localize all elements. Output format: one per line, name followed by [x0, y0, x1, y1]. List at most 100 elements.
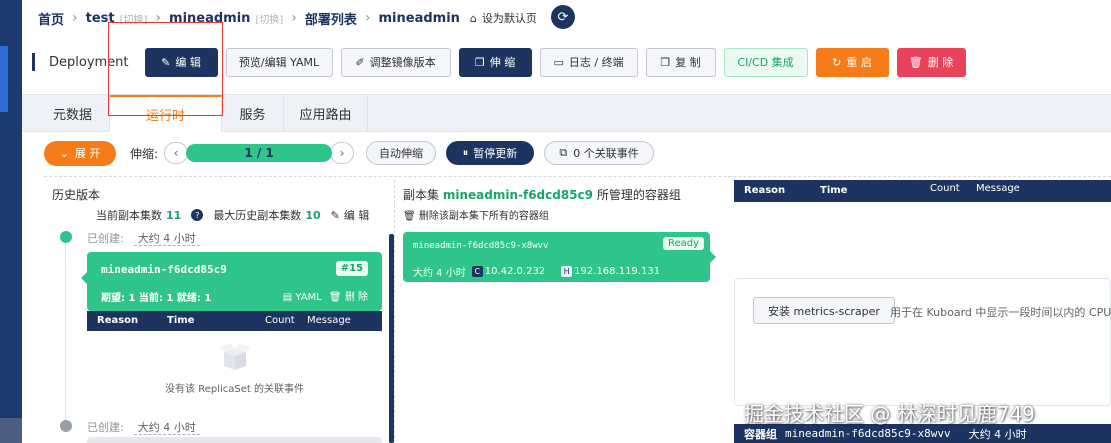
tab-services[interactable]: 服务 [222, 95, 284, 132]
sidebar-bottom-item[interactable] [0, 418, 22, 443]
created-ago-2: 大约 4 小时 [133, 421, 200, 435]
trash-icon: 🗑 [403, 211, 416, 222]
scrollbar[interactable] [389, 234, 394, 443]
scale-button-label: 伸 缩 [489, 56, 516, 69]
max-history-count: 10 [305, 208, 321, 222]
pods-title: 副本集 mineadmin-f6dcd85c9 所管理的容器组 [403, 186, 681, 203]
pod-card[interactable]: mineadmin-f6dcd85c9-x8wvv Ready 大约 4 小时 … [403, 232, 716, 282]
replicaset-delete-link[interactable]: 删 除 [345, 292, 368, 303]
host-ip-tag: H [561, 266, 573, 277]
history-title: 历史版本 [52, 188, 101, 202]
duplicate-icon: ❐ [660, 55, 671, 69]
runtime-controls: ⌄ 展 开 伸缩: ‹ 1 / 1 › 自动伸缩 ⏸ 暂停更新 ⧉ 0 个关联事件 [44, 140, 655, 166]
chevron-right-icon: › [339, 146, 345, 160]
pause-update-label: 暂停更新 [473, 147, 518, 160]
column-time: Time [820, 185, 848, 196]
kind-indicator [32, 53, 35, 71]
breadcrumb-namespace[interactable]: test [86, 11, 115, 26]
container-ip: 10.42.0.232 [484, 266, 546, 277]
edit-button-label: 编 辑 [175, 56, 201, 69]
copy-icon: ❐ [474, 55, 485, 69]
pod-info: 大约 4 小时 C 10.42.0.232 H 192.168.119.131 [413, 264, 660, 279]
edit-icon: ✎ [330, 208, 340, 222]
refresh-button[interactable]: ⟳ [551, 5, 575, 29]
logs-terminal-button[interactable]: ▭ 日志 / 终端 [539, 47, 638, 77]
related-events-label: 0 个关联事件 [573, 147, 639, 160]
breadcrumb-separator-icon: › [364, 10, 371, 26]
card-arrow [81, 272, 87, 284]
breadcrumb-app[interactable]: mineadmin [169, 11, 250, 26]
pod-detail-name: mineadmin-f6dcd85c9-x8wvv [785, 427, 951, 440]
pause-update-button[interactable]: ⏸ 暂停更新 [446, 141, 535, 165]
replicaset-card-old[interactable] [87, 437, 382, 443]
auto-scale-button[interactable]: 自动伸缩 [366, 141, 437, 165]
current-replicas-count: 11 [166, 208, 182, 222]
replicaset-card[interactable]: mineadmin-f6dcd85c9 #15 期望: 1 当前: 1 就绪: … [81, 252, 382, 311]
created-time: 已创建: 大约 4 小时 [87, 230, 200, 246]
pod-detail-label: 容器组 [744, 427, 777, 441]
watermark-text: 掘金技术社区 @ 林深时见鹿749 [744, 402, 1035, 426]
sidebar-active-indicator[interactable] [0, 46, 8, 112]
left-sidebar [0, 0, 22, 443]
file-icon: ▤ [282, 292, 293, 303]
timeline-dot [60, 420, 72, 432]
install-metrics-button[interactable]: 安装 metrics-scraper [753, 297, 895, 324]
set-default-page-link[interactable]: 设为默认页 [482, 10, 537, 26]
edit-button[interactable]: ✎ 编 辑 [144, 47, 218, 77]
host-ip: 192.168.119.131 [574, 266, 661, 277]
no-events-text: 没有该 ReplicaSet 的关联事件 [165, 384, 304, 395]
replicaset-events-header: Reason Time Count Message [87, 311, 382, 331]
breadcrumb-separator-icon: › [291, 10, 297, 26]
preview-yaml-button[interactable]: 预览/编辑 YAML [225, 47, 333, 77]
scale-decrease-button[interactable]: ‹ [164, 142, 189, 164]
help-icon[interactable]: ? [191, 209, 204, 221]
pods-title-suffix: 所管理的容器组 [596, 188, 681, 202]
toolbar: Deployment ✎ 编 辑 预览/编辑 YAML ✐ 调整镜像版本 ❐ 伸 缩 … [32, 45, 974, 79]
pods-title-prefix: 副本集 [403, 188, 440, 202]
copy-button[interactable]: ❐ 复 制 [645, 47, 716, 77]
empty-box-icon [218, 340, 252, 374]
replicaset-yaml-link[interactable]: YAML [295, 292, 321, 303]
scale-increase-button[interactable]: › [330, 142, 355, 164]
delete-button[interactable]: 🗑 删 除 [896, 47, 966, 77]
app-switch-link[interactable]: [切换] [255, 11, 283, 26]
column-count: Count [265, 315, 295, 326]
metrics-description: 用于在 Kuboard 中显示一段时间以内的 CPU/内 [890, 306, 1111, 319]
pod-name: mineadmin-f6dcd85c9-x8wvv [413, 241, 549, 251]
adjust-image-label: 调整镜像版本 [369, 56, 436, 69]
current-replicas-label: 当前副本集数 [96, 209, 162, 222]
column-divider [394, 180, 395, 443]
pod-events-header: Reason Time Count Message [734, 180, 1111, 202]
related-events-button[interactable]: ⧉ 0 个关联事件 [544, 141, 655, 165]
restart-label: 重 启 [846, 56, 872, 69]
expand-button[interactable]: ⌄ 展 开 [44, 140, 116, 166]
namespace-switch-link[interactable]: [切换] [120, 11, 148, 26]
replica-count-display: 1 / 1 [186, 144, 333, 162]
restart-button[interactable]: ↻ 重 启 [815, 47, 889, 77]
pause-icon: ⏸ [462, 146, 469, 159]
tab-bar: 元数据 运行时 服务 应用路由 [22, 94, 1111, 132]
cicd-button[interactable]: CI/CD 集成 [723, 47, 808, 77]
monitor-icon: ▭ [553, 55, 564, 69]
scale-button[interactable]: ❐ 伸 缩 [458, 47, 532, 77]
divider [44, 176, 1111, 177]
max-history-label: 最大历史副本集数 [213, 209, 302, 222]
cicd-label: CI/CD 集成 [737, 56, 794, 69]
timeline-line [65, 236, 66, 426]
column-time: Time [167, 315, 195, 326]
scale-label: 伸缩: [130, 146, 159, 161]
tab-metadata[interactable]: 元数据 [36, 95, 110, 132]
adjust-image-button[interactable]: ✐ 调整镜像版本 [340, 47, 451, 77]
delete-all-pods[interactable]: 🗑 删除该副本集下所有的容器组 [403, 207, 549, 222]
history-edit-link[interactable]: 编 辑 [344, 207, 370, 223]
column-message: Message [976, 183, 1020, 194]
breadcrumb-deployment-list[interactable]: 部署列表 [305, 9, 357, 28]
pods-replicaset-name: mineadmin-f6dcd85c9 [442, 188, 593, 202]
tab-runtime[interactable]: 运行时 [110, 95, 222, 132]
revision-badge: #15 [335, 261, 368, 276]
tab-ingress[interactable]: 应用路由 [284, 95, 368, 132]
restart-icon: ↻ [832, 55, 842, 69]
chevron-down-icon: ⌄ [59, 146, 69, 160]
breadcrumb-home[interactable]: 首页 [38, 9, 64, 28]
metrics-panel: 安装 metrics-scraper 用于在 Kuboard 中显示一段时间以内… [734, 278, 1111, 406]
